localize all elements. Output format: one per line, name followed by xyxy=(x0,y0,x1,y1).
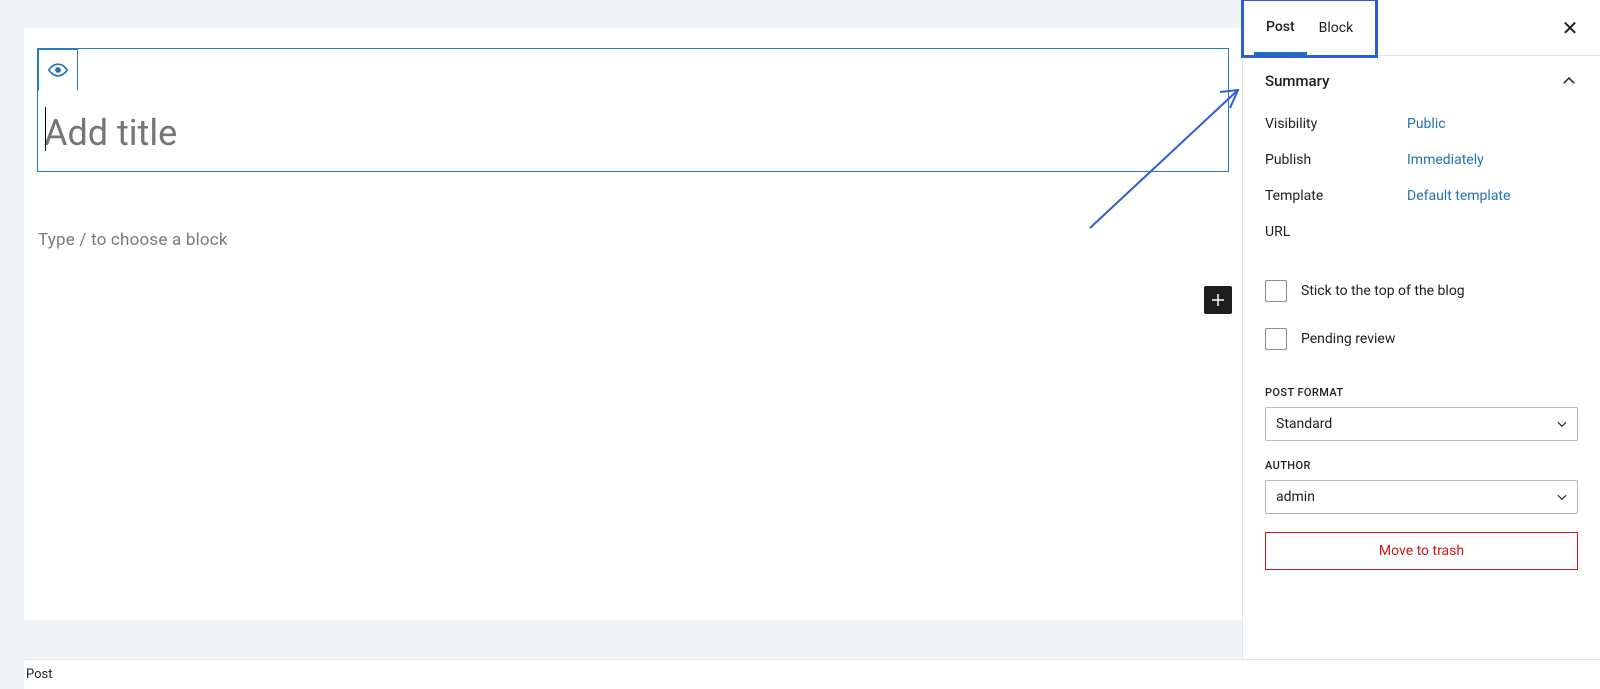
chevron-down-icon xyxy=(1555,490,1569,504)
pending-label: Pending review xyxy=(1301,331,1395,347)
template-label: Template xyxy=(1265,188,1407,204)
chevron-down-icon xyxy=(1555,417,1569,431)
title-block[interactable] xyxy=(37,48,1229,172)
editor-footer: Post xyxy=(24,659,1600,689)
summary-panel-toggle[interactable]: Summary xyxy=(1243,56,1600,106)
post-format-label: POST FORMAT xyxy=(1265,386,1578,399)
author-value: admin xyxy=(1276,489,1315,505)
visibility-row: Visibility Public xyxy=(1243,106,1600,142)
post-format-field: POST FORMAT Standard xyxy=(1243,382,1600,441)
preview-tab[interactable] xyxy=(38,49,78,91)
move-to-trash-button[interactable]: Move to trash xyxy=(1265,532,1578,570)
tabs-highlight-box: Post Block xyxy=(1241,0,1378,58)
tab-block[interactable]: Block xyxy=(1307,1,1366,55)
author-select[interactable]: admin xyxy=(1265,480,1578,514)
visibility-label: Visibility xyxy=(1265,116,1407,132)
close-icon: ✕ xyxy=(1562,16,1579,40)
post-format-value: Standard xyxy=(1276,416,1332,432)
summary-checkboxes: Stick to the top of the blog Pending rev… xyxy=(1243,250,1600,382)
chevron-up-icon xyxy=(1560,72,1578,90)
sticky-label: Stick to the top of the blog xyxy=(1301,283,1465,299)
post-format-select[interactable]: Standard xyxy=(1265,407,1578,441)
sticky-row: Stick to the top of the blog xyxy=(1265,272,1578,320)
url-row: URL xyxy=(1243,214,1600,250)
sticky-checkbox[interactable] xyxy=(1265,280,1287,302)
publish-value[interactable]: Immediately xyxy=(1407,152,1484,168)
template-value[interactable]: Default template xyxy=(1407,188,1510,204)
editor-canvas: Type / to choose a block xyxy=(24,28,1242,620)
publish-label: Publish xyxy=(1265,152,1407,168)
sidebar-tabs: Post Block ✕ xyxy=(1243,0,1600,56)
summary-heading: Summary xyxy=(1265,72,1329,90)
add-block-button[interactable] xyxy=(1204,286,1232,314)
visibility-value[interactable]: Public xyxy=(1407,116,1446,132)
pending-checkbox[interactable] xyxy=(1265,328,1287,350)
template-row: Template Default template xyxy=(1243,178,1600,214)
pending-row: Pending review xyxy=(1265,320,1578,368)
trash-label: Move to trash xyxy=(1379,543,1464,559)
tab-post[interactable]: Post xyxy=(1254,1,1307,55)
text-cursor xyxy=(45,107,46,151)
settings-sidebar: Post Block ✕ Summary Visibility Public P… xyxy=(1242,0,1600,689)
eye-icon xyxy=(48,63,68,77)
block-placeholder[interactable]: Type / to choose a block xyxy=(38,230,228,250)
author-field: AUTHOR admin xyxy=(1243,441,1600,514)
plus-icon xyxy=(1209,291,1227,309)
author-label: AUTHOR xyxy=(1265,459,1578,472)
publish-row: Publish Immediately xyxy=(1243,142,1600,178)
post-title-input[interactable] xyxy=(38,90,1228,171)
url-label: URL xyxy=(1265,224,1407,240)
close-sidebar-button[interactable]: ✕ xyxy=(1552,0,1588,55)
breadcrumb-post[interactable]: Post xyxy=(26,667,53,682)
